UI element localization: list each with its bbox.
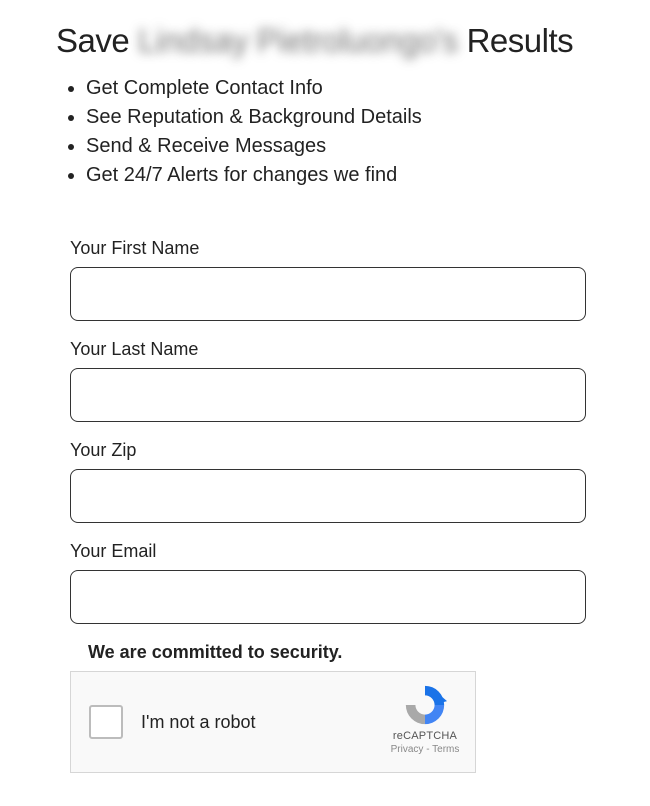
first-name-field: Your First Name	[70, 238, 586, 321]
email-input[interactable]	[70, 570, 586, 624]
recaptcha-brand-block: reCAPTCHA Privacy - Terms	[389, 682, 461, 755]
zip-input[interactable]	[70, 469, 586, 523]
benefit-item: Get Complete Contact Info	[86, 74, 622, 103]
title-suffix: Results	[467, 22, 574, 59]
recaptcha-privacy-link[interactable]: Privacy	[391, 744, 424, 755]
recaptcha-terms-link[interactable]: Terms	[432, 744, 459, 755]
recaptcha-checkbox[interactable]	[89, 705, 123, 739]
page-title: Save Lindsay Pietroluongo's Results	[56, 22, 622, 60]
benefit-item: Send & Receive Messages	[86, 132, 622, 161]
title-name: Lindsay Pietroluongo's	[138, 22, 458, 59]
last-name-label: Your Last Name	[70, 339, 586, 360]
email-label: Your Email	[70, 541, 586, 562]
signup-form: Your First Name Your Last Name Your Zip …	[70, 238, 586, 773]
zip-field: Your Zip	[70, 440, 586, 523]
recaptcha-icon	[402, 682, 448, 728]
benefit-item: See Reputation & Background Details	[86, 103, 622, 132]
recaptcha-label: I'm not a robot	[141, 712, 256, 733]
benefit-item: Get 24/7 Alerts for changes we find	[86, 161, 622, 190]
first-name-input[interactable]	[70, 267, 586, 321]
title-prefix: Save	[56, 22, 129, 59]
last-name-field: Your Last Name	[70, 339, 586, 422]
last-name-input[interactable]	[70, 368, 586, 422]
recaptcha-links: Privacy - Terms	[389, 744, 461, 755]
recaptcha-brand-text: reCAPTCHA	[389, 730, 461, 742]
security-note: We are committed to security.	[88, 642, 586, 663]
recaptcha-widget: I'm not a robot reCAPTCHA Privacy - Term…	[70, 671, 476, 773]
zip-label: Your Zip	[70, 440, 586, 461]
email-field: Your Email	[70, 541, 586, 624]
first-name-label: Your First Name	[70, 238, 586, 259]
benefit-list: Get Complete Contact Info See Reputation…	[86, 74, 622, 190]
